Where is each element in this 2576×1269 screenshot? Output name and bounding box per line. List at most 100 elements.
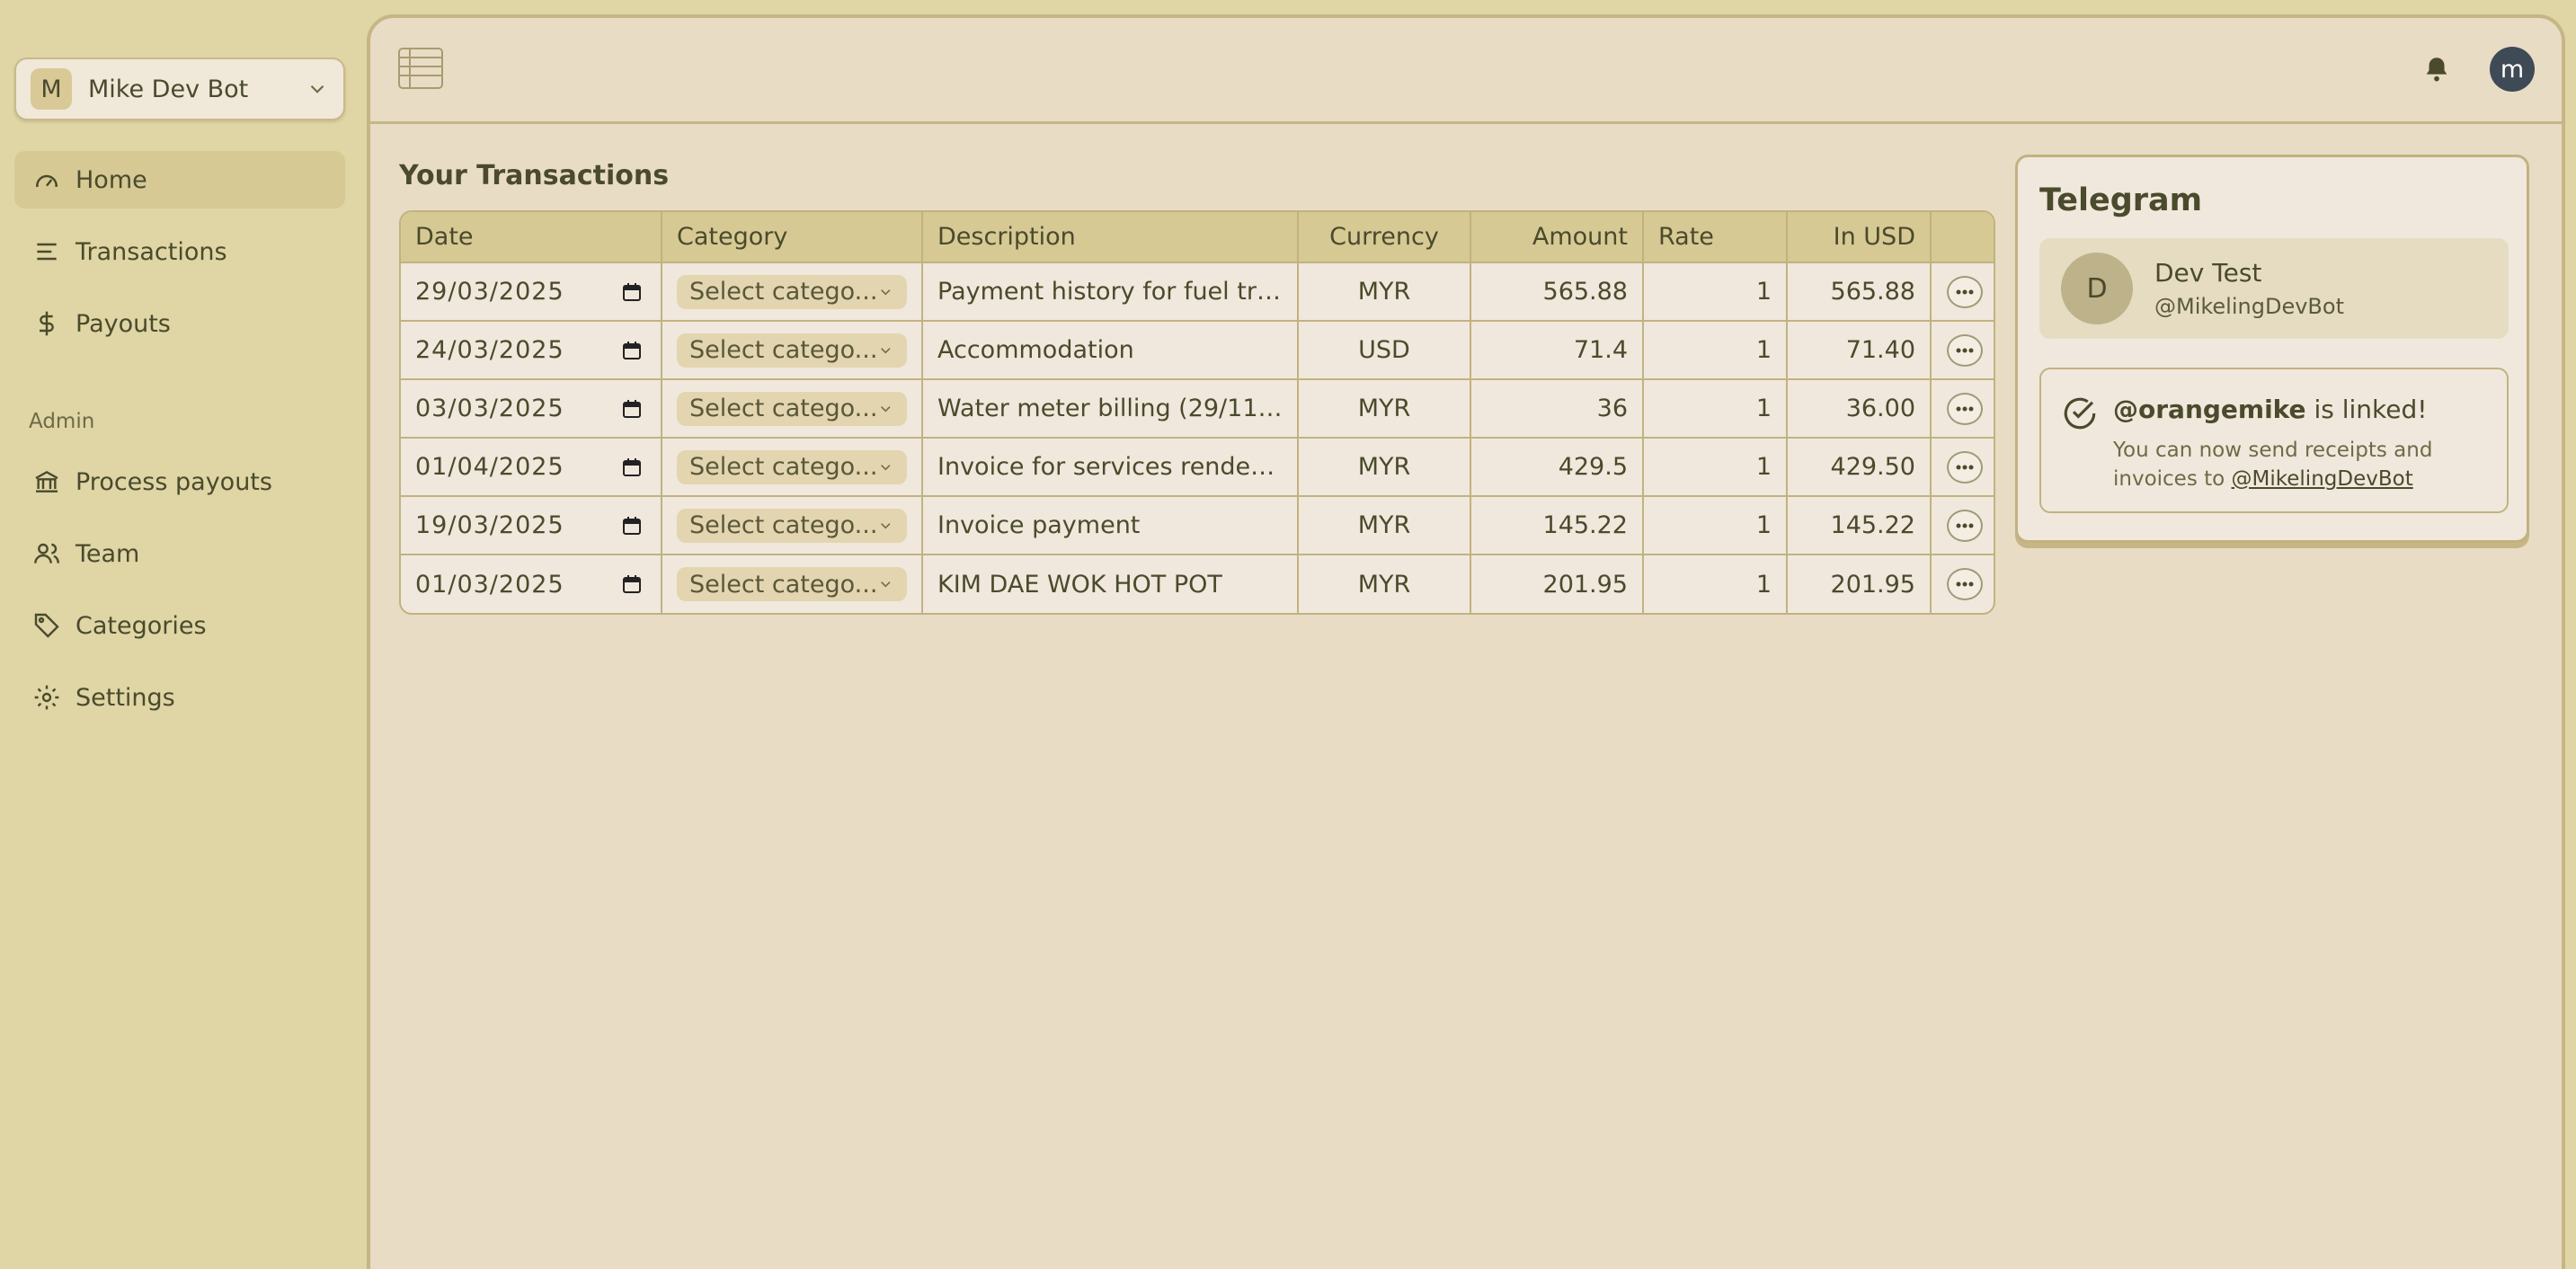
linked-description: You can now send receipts and invoices t… xyxy=(2113,436,2491,493)
bot-link[interactable]: @MikelingDevBot xyxy=(2232,467,2413,491)
category-cell: Select catego... xyxy=(662,262,923,322)
more-actions-button[interactable] xyxy=(1946,450,1983,484)
calendar-icon[interactable] xyxy=(621,340,643,361)
category-select[interactable]: Select catego... xyxy=(677,391,907,426)
category-select[interactable]: Select catego... xyxy=(677,567,907,601)
bell-icon[interactable] xyxy=(2421,54,2452,84)
chevron-down-icon xyxy=(881,288,891,295)
currency-cell: MYR xyxy=(1298,496,1471,555)
actions-cell xyxy=(1931,555,1994,613)
more-actions-button[interactable] xyxy=(1946,568,1983,600)
chevron-down-icon xyxy=(881,522,891,528)
currency-cell: MYR xyxy=(1298,379,1471,439)
rate-cell: 1 xyxy=(1643,555,1788,613)
currency-cell: MYR xyxy=(1298,555,1471,613)
category-select-value: Select catego... xyxy=(689,511,878,539)
date-value: 01/03/2025 xyxy=(415,570,564,599)
sidebar-item-team[interactable]: Team xyxy=(14,525,345,582)
sidebar-item-label: Payouts xyxy=(76,309,171,338)
more-actions-button[interactable] xyxy=(1946,509,1983,542)
calendar-icon[interactable] xyxy=(621,573,643,595)
date-input[interactable]: 19/03/2025 xyxy=(401,496,662,555)
more-horizontal-icon xyxy=(1956,406,1973,411)
table-row: 24/03/2025 Select catego... Accommodatio… xyxy=(401,321,1994,380)
category-select-value: Select catego... xyxy=(689,570,878,599)
calendar-icon[interactable] xyxy=(621,281,643,303)
more-horizontal-icon xyxy=(1956,581,1973,587)
category-select[interactable]: Select catego... xyxy=(677,449,907,484)
column-header-currency[interactable]: Currency xyxy=(1298,212,1471,263)
sidebar-item-categories[interactable]: Categories xyxy=(14,597,345,654)
calendar-icon[interactable] xyxy=(621,457,643,478)
column-header-description[interactable]: Description xyxy=(922,212,1299,263)
sidebar-item-label: Settings xyxy=(76,683,175,712)
amount-cell: 201.95 xyxy=(1470,555,1644,613)
actions-cell xyxy=(1931,379,1994,439)
rate-cell: 1 xyxy=(1643,379,1788,439)
sidebar-item-settings[interactable]: Settings xyxy=(14,669,345,726)
date-input[interactable]: 01/04/2025 xyxy=(401,438,662,497)
list-icon xyxy=(37,243,57,261)
table-row: 03/03/2025 Select catego... Water meter … xyxy=(401,379,1994,439)
date-value: 19/03/2025 xyxy=(415,511,564,539)
category-cell: Select catego... xyxy=(662,321,923,380)
category-select[interactable]: Select catego... xyxy=(677,333,907,368)
more-horizontal-icon xyxy=(1956,523,1973,528)
more-actions-button[interactable] xyxy=(1946,392,1983,425)
sidebar: M Mike Dev Bot Home Transactions Payouts… xyxy=(0,0,365,1269)
calendar-icon[interactable] xyxy=(621,515,643,537)
column-header-in-usd[interactable]: In USD xyxy=(1787,212,1932,263)
linked-suffix: is linked! xyxy=(2305,395,2428,424)
date-value: 24/03/2025 xyxy=(415,336,564,364)
rate-cell: 1 xyxy=(1643,262,1788,322)
users-icon xyxy=(34,543,59,564)
gear-icon xyxy=(34,685,59,710)
top-bar: m xyxy=(370,18,2562,124)
more-actions-button[interactable] xyxy=(1946,275,1983,308)
column-header-date[interactable]: Date xyxy=(401,212,662,263)
app-root: M Mike Dev Bot Home Transactions Payouts… xyxy=(0,0,2576,1269)
sidebar-item-home[interactable]: Home xyxy=(14,151,345,209)
telegram-user: D Dev Test @MikelingDevBot xyxy=(2039,238,2509,339)
date-value: 01/04/2025 xyxy=(415,453,564,481)
date-input[interactable]: 29/03/2025 xyxy=(401,262,662,322)
user-avatar[interactable]: m xyxy=(2490,47,2535,92)
column-header-category[interactable]: Category xyxy=(662,212,923,263)
sidebar-item-label: Team xyxy=(76,539,140,568)
linked-username: @orangemike xyxy=(2113,395,2306,424)
category-select[interactable]: Select catego... xyxy=(677,274,907,309)
more-horizontal-icon xyxy=(1956,348,1973,352)
category-select[interactable]: Select catego... xyxy=(677,508,907,543)
spreadsheet-icon[interactable] xyxy=(397,45,444,92)
description-cell: Accommodation xyxy=(922,321,1299,380)
usd-cell: 565.88 xyxy=(1787,262,1932,322)
sidebar-item-payouts[interactable]: Payouts xyxy=(14,295,345,352)
date-input[interactable]: 01/03/2025 xyxy=(401,555,662,613)
date-input[interactable]: 03/03/2025 xyxy=(401,379,662,439)
column-header-rate[interactable]: Rate xyxy=(1643,212,1788,263)
date-input[interactable]: 24/03/2025 xyxy=(401,321,662,380)
usd-cell: 145.22 xyxy=(1787,496,1932,555)
more-actions-button[interactable] xyxy=(1946,333,1983,367)
avatar: D xyxy=(2061,253,2133,324)
linked-status-box: @orangemike is linked! You can now send … xyxy=(2039,368,2509,513)
calendar-icon[interactable] xyxy=(621,398,643,420)
actions-cell xyxy=(1931,262,1994,322)
transactions-table: Date Category Description Currency Amoun… xyxy=(399,210,1995,615)
table-header-row: Date Category Description Currency Amoun… xyxy=(401,212,1994,263)
rate-cell: 1 xyxy=(1643,321,1788,380)
workspace-switcher[interactable]: M Mike Dev Bot xyxy=(14,58,345,120)
currency-cell: MYR xyxy=(1298,438,1471,497)
page-title: Your Transactions xyxy=(399,160,670,191)
table-row: 19/03/2025 Select catego... Invoice paym… xyxy=(401,496,1994,555)
actions-cell xyxy=(1931,496,1994,555)
rate-cell: 1 xyxy=(1643,438,1788,497)
sidebar-item-transactions[interactable]: Transactions xyxy=(14,223,345,280)
column-header-amount[interactable]: Amount xyxy=(1470,212,1644,263)
workspace-avatar: M xyxy=(31,68,72,110)
telegram-title: Telegram xyxy=(2039,182,2203,218)
usd-cell: 429.50 xyxy=(1787,438,1932,497)
sidebar-item-process-payouts[interactable]: Process payouts xyxy=(14,453,345,510)
usd-cell: 71.40 xyxy=(1787,321,1932,380)
column-header-actions xyxy=(1931,212,1994,263)
